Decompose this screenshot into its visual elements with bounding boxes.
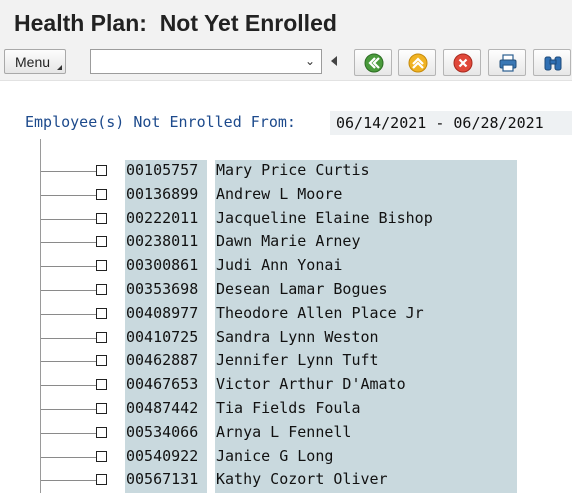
tree-branch-line: [41, 171, 96, 172]
tree-branch-line: [41, 480, 96, 482]
employee-name: Jacqueline Elaine Bishop: [216, 208, 433, 227]
find-button[interactable]: [533, 49, 571, 76]
employee-name: Arnya L Fennell: [216, 422, 352, 441]
command-field[interactable]: ⌄: [90, 49, 322, 74]
employee-id: 00353698: [126, 280, 199, 298]
cancel-icon: [453, 53, 473, 73]
toolbar: Menu ⌄: [0, 46, 572, 81]
employee-name: Mary Price Curtis: [216, 161, 370, 179]
table-row[interactable]: 00105757 Mary Price Curtis: [0, 160, 572, 183]
employee-name: Victor Arthur D'Amato: [216, 375, 406, 394]
employee-name: Sandra Lynn Weston: [216, 327, 379, 346]
row-checkbox[interactable]: [96, 450, 107, 462]
chevron-down-icon[interactable]: ⌄: [305, 54, 315, 68]
employee-id: 00487442: [126, 399, 199, 417]
printer-icon: [499, 54, 517, 72]
employee-name: Kathy Cozort Oliver: [216, 470, 388, 489]
tree-branch-line: [41, 409, 96, 410]
tree-branch-line: [41, 456, 96, 458]
row-checkbox[interactable]: [96, 212, 107, 224]
table-row[interactable]: 00300861 Judi Ann Yonai: [0, 255, 572, 278]
table-row[interactable]: 00410725 Sandra Lynn Weston: [0, 327, 572, 350]
employee-name: Jennifer Lynn Tuft: [216, 351, 379, 370]
tree-branch-line: [41, 313, 96, 315]
employee-id: 00408977: [126, 303, 199, 322]
tree-branch-line: [41, 385, 96, 387]
employee-name: Dawn Marie Arney: [216, 232, 361, 251]
tree-branch-line: [41, 337, 96, 339]
row-checkbox[interactable]: [96, 379, 107, 391]
table-row[interactable]: 00467653 Victor Arthur D'Amato: [0, 374, 572, 397]
title-bar: Health Plan: Not Yet Enrolled: [0, 0, 572, 46]
table-row[interactable]: 00136899 Andrew L Moore: [0, 184, 572, 207]
table-row[interactable]: 00567131 Kathy Cozort Oliver: [0, 469, 572, 492]
row-checkbox[interactable]: [96, 331, 107, 343]
employee-id: 00467653: [126, 375, 199, 394]
table-row[interactable]: 00487442 Tia Fields Foula: [0, 398, 572, 421]
employee-id: 00238011: [126, 232, 199, 251]
exit-button[interactable]: [398, 49, 436, 76]
date-range-value: 06/14/2021 - 06/28/2021: [330, 111, 572, 135]
tree-branch-line: [41, 194, 96, 196]
tree-branch-line: [41, 361, 96, 363]
employee-name: Theodore Allen Place Jr: [216, 303, 424, 322]
employee-name: Desean Lamar Bogues: [216, 280, 388, 298]
table-row[interactable]: 00408977 Theodore Allen Place Jr: [0, 303, 572, 326]
cancel-button[interactable]: [443, 49, 481, 76]
employee-id: 00105757: [126, 161, 199, 179]
table-row[interactable]: 00540922 Janice G Long: [0, 446, 572, 469]
employee-name: Judi Ann Yonai: [216, 256, 343, 275]
employee-id: 00567131: [126, 470, 199, 489]
tree-branch-line: [41, 290, 96, 291]
table-row[interactable]: 00534066 Arnya L Fennell: [0, 422, 572, 445]
employee-id: 00136899: [126, 184, 199, 203]
tree-branch-line: [41, 242, 96, 244]
exit-icon: [408, 53, 428, 73]
row-checkbox[interactable]: [96, 474, 107, 486]
table-row[interactable]: 00353698 Desean Lamar Bogues: [0, 279, 572, 302]
table-row[interactable]: 00462887 Jennifer Lynn Tuft: [0, 350, 572, 373]
row-checkbox[interactable]: [96, 260, 107, 272]
back-button[interactable]: [354, 49, 392, 76]
employee-id: 00222011: [126, 208, 199, 227]
employee-id: 00410725: [126, 327, 199, 346]
page-title: Health Plan: Not Yet Enrolled: [14, 10, 337, 36]
table-row[interactable]: 00238011 Dawn Marie Arney: [0, 231, 572, 254]
employee-id: 00462887: [126, 351, 199, 370]
tree-branch-line: [41, 266, 96, 268]
tree-branch-line: [41, 218, 96, 220]
employee-name: Andrew L Moore: [216, 184, 343, 203]
employee-name: Tia Fields Foula: [216, 399, 361, 417]
menu-corner-icon: [57, 65, 62, 70]
row-checkbox[interactable]: [96, 236, 107, 248]
print-button[interactable]: [488, 49, 526, 76]
employee-id: 00534066: [126, 422, 199, 441]
menu-button-label: Menu: [15, 54, 51, 70]
employee-id: 00300861: [126, 256, 199, 275]
employee-id: 00540922: [126, 446, 199, 465]
row-checkbox[interactable]: [96, 188, 107, 200]
report-header-label: Employee(s) Not Enrolled From:: [25, 113, 296, 131]
row-checkbox[interactable]: [96, 165, 107, 176]
row-checkbox[interactable]: [96, 426, 107, 438]
row-checkbox[interactable]: [96, 355, 107, 367]
back-icon: [364, 53, 384, 73]
binoculars-icon: [544, 56, 562, 71]
table-row[interactable]: 00222011 Jacqueline Elaine Bishop: [0, 208, 572, 231]
employee-name: Janice G Long: [216, 446, 334, 465]
tree-branch-line: [41, 432, 96, 434]
row-checkbox[interactable]: [96, 307, 107, 319]
row-checkbox[interactable]: [96, 284, 107, 295]
collapse-arrow-icon[interactable]: [331, 56, 337, 66]
menu-button[interactable]: Menu: [4, 49, 66, 74]
row-checkbox[interactable]: [96, 403, 107, 414]
